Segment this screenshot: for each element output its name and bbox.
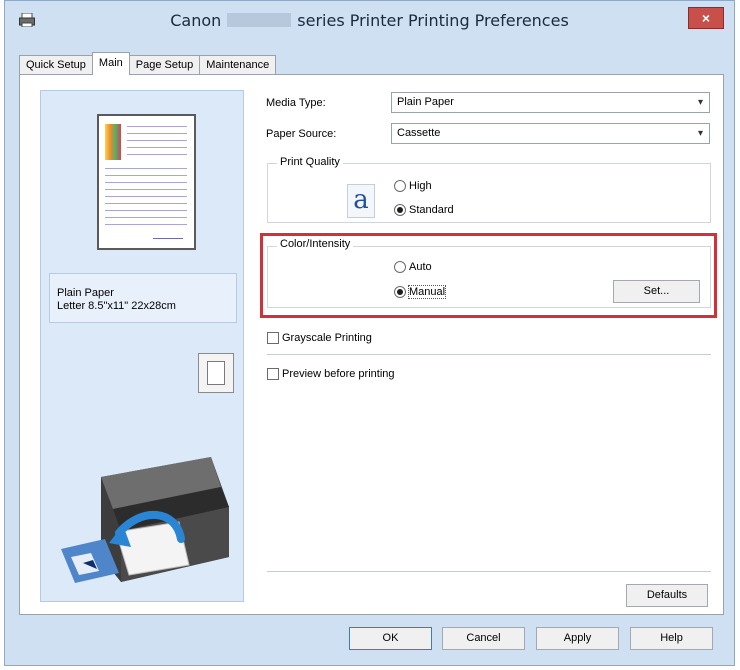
preview-line [105,217,187,218]
quality-high-option[interactable]: High [394,180,432,192]
printing-preferences-window: Canon series Printer Printing Preferences… [4,0,735,666]
preview-line [127,133,187,134]
tab-maintenance[interactable]: Maintenance [199,55,277,75]
preview-before-printing-option[interactable]: Preview before printing [267,368,395,380]
preview-line [105,224,187,225]
quality-letter-icon: a [347,184,375,218]
grayscale-label: Grayscale Printing [282,332,372,344]
preview-line [105,196,187,197]
color-intensity-title: Color/Intensity [277,238,354,250]
defaults-button[interactable]: Defaults [626,584,708,607]
apply-button[interactable]: Apply [536,627,619,650]
redacted-model-name [227,13,292,27]
divider [267,354,711,356]
quality-high-label: High [409,180,432,192]
color-manual-option[interactable]: Manual [394,285,447,299]
paper-type-text: Plain Paper [57,287,114,299]
media-type-value: Plain Paper [397,96,454,108]
grayscale-checkbox[interactable] [267,332,279,344]
preview-line [127,154,187,155]
radio-button-selected[interactable] [394,286,406,298]
paper-source-value: Cassette [397,127,441,139]
set-button[interactable]: Set... [613,280,700,303]
printer-illustration-icon [61,457,229,583]
help-button[interactable]: Help [630,627,713,650]
chevron-down-icon: ▾ [697,97,703,108]
preview-line [105,210,187,211]
print-quality-title: Print Quality [277,156,343,168]
preview-line [105,189,187,190]
preview-line [105,203,187,204]
main-tab-panel: Plain Paper Letter 8.5"x11" 22x28cm Medi… [19,74,724,615]
radio-button[interactable] [394,261,406,273]
ok-button[interactable]: OK [349,627,432,650]
window-title-suffix: series Printer Printing Preferences [297,11,569,30]
quality-standard-label: Standard [409,204,454,216]
media-type-select[interactable]: Plain Paper ▾ [391,92,710,113]
tab-page-setup[interactable]: Page Setup [128,55,201,75]
title-bar: Canon series Printer Printing Preferences… [5,1,734,41]
window-title: Canon series Printer Printing Preferences [5,11,734,30]
radio-button-selected[interactable] [394,204,406,216]
preview-line [153,238,183,239]
preview-line [105,168,187,169]
preview-label: Preview before printing [282,368,395,380]
quality-standard-option[interactable]: Standard [394,204,454,216]
color-intensity-group: Color/Intensity Auto Manual Set... [267,238,711,308]
orientation-portrait-icon [198,353,234,393]
media-type-label: Media Type: [266,97,326,109]
preview-line [127,147,187,148]
paper-info-box: Plain Paper Letter 8.5"x11" 22x28cm [49,273,237,323]
preview-line [105,175,187,176]
radio-button[interactable] [394,180,406,192]
preview-line [105,182,187,183]
print-quality-group: Print Quality a High Standard [267,156,711,223]
color-bar-graphic [105,124,121,160]
chevron-down-icon: ▾ [697,128,703,139]
color-auto-option[interactable]: Auto [394,261,432,273]
paper-size-text: Letter 8.5"x11" 22x28cm [57,300,176,312]
window-title-prefix: Canon [170,11,222,30]
cancel-button[interactable]: Cancel [442,627,525,650]
tab-strip: Quick Setup Main Page Setup Maintenance [19,52,277,75]
grayscale-printing-option[interactable]: Grayscale Printing [267,332,372,344]
tab-main[interactable]: Main [91,52,130,75]
preview-line [127,126,187,127]
color-auto-label: Auto [409,261,432,273]
close-icon: × [701,10,711,26]
paper-source-label: Paper Source: [266,128,337,140]
divider [267,571,711,573]
close-button[interactable]: × [688,7,724,29]
paper-source-select[interactable]: Cassette ▾ [391,123,710,144]
settings-preview-pane: Plain Paper Letter 8.5"x11" 22x28cm [40,90,244,602]
color-manual-label: Manual [407,285,447,299]
page-preview [97,114,196,250]
tab-quick-setup[interactable]: Quick Setup [19,55,93,75]
preview-line [127,140,187,141]
preview-checkbox[interactable] [267,368,279,380]
